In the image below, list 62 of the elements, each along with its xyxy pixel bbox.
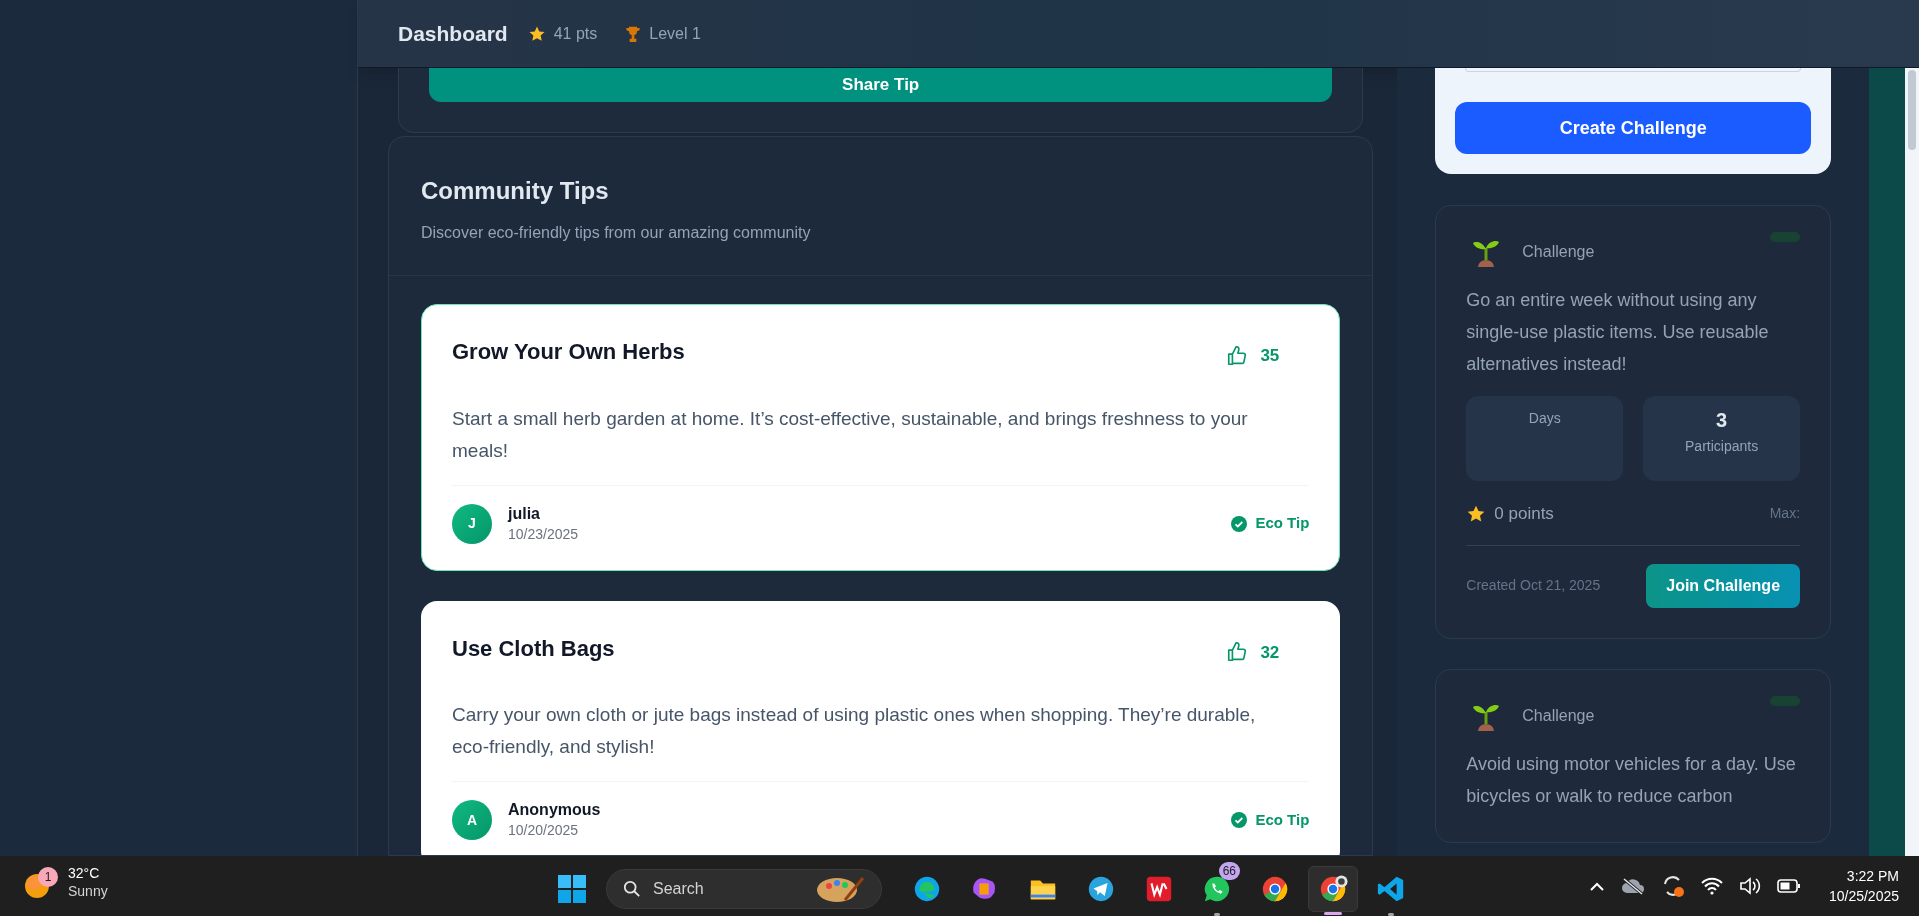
document-app-icon [1144, 874, 1174, 904]
created-date: Created Oct 21, 2025 [1466, 576, 1601, 595]
chevron-up-icon[interactable] [1588, 881, 1605, 891]
chat-bubble-icon [1202, 874, 1232, 904]
status-pill [1770, 695, 1801, 706]
tip-title: Grow Your Own Herbs [452, 338, 685, 366]
chrome-browser-icon [1260, 874, 1290, 904]
code-editor-icon [1376, 874, 1406, 904]
avatar: A [452, 800, 492, 840]
author-name: julia [508, 503, 541, 524]
author-name: Anonymous [508, 800, 601, 820]
thumbs-up-icon [1226, 344, 1249, 367]
like-button[interactable]: 32 [1226, 639, 1280, 665]
notification-badge: 1 [38, 867, 58, 887]
taskbar-app-button[interactable] [1308, 866, 1358, 912]
points-text: 41 pts [553, 23, 598, 44]
palette-icon [815, 874, 865, 904]
paper-plane-icon [1086, 874, 1116, 904]
tip-date: 10/23/2025 [508, 524, 579, 544]
tag-label: Eco Tip [1255, 513, 1310, 534]
join-challenge-button[interactable]: Join Challenge [1646, 563, 1801, 608]
clock[interactable]: 3:22 PM 10/25/2025 [1828, 866, 1899, 906]
page-title: Dashboard [398, 20, 508, 47]
challenge-label: Challenge [1522, 705, 1595, 726]
challenge-description: Avoid using motor vehicles for a day. Use bicycles or walk to reduce carbon [1466, 752, 1797, 808]
points-text: 0 points [1494, 503, 1554, 525]
weather-text: Sunny [68, 882, 108, 900]
status-pill [1770, 232, 1801, 242]
volume-icon[interactable] [1738, 877, 1761, 895]
wifi-icon[interactable] [1700, 877, 1723, 895]
search-placeholder: Search [653, 879, 705, 899]
stat-label: Days [1528, 409, 1561, 428]
chrome-browser-icon [1318, 874, 1348, 904]
temperature-text: 32°C [68, 864, 101, 882]
check-circle-icon [1231, 515, 1248, 532]
create-challenge-button[interactable]: Create Challenge [1455, 102, 1812, 154]
tip-text: Carry your own cloth or jute bags instead of using plastic ones when shopping. They’re durable, eco-friendly, and stylish! [452, 699, 1310, 782]
notification-badge: 66 [1218, 862, 1240, 880]
max-label: Max: [1769, 504, 1801, 524]
check-circle-icon [1231, 812, 1248, 828]
start-icon[interactable] [556, 873, 588, 905]
challenge-description: Go an entire week without using any single-use plastic items. Use reusable alternatives instead! [1466, 289, 1770, 376]
level-text: Level 1 [649, 23, 701, 44]
section-subtitle: Discover eco-friendly tips from our amazing community [421, 223, 812, 243]
tip-text: Start a small herb garden at home. It’s cost-effective, sustainable, and brings freshness to your meals! [452, 402, 1310, 486]
share-tip-button[interactable]: Share Tip [429, 68, 1333, 102]
avatar: J [452, 503, 492, 544]
like-button[interactable]: 35 [1226, 343, 1280, 369]
stat-value: 3 [1716, 408, 1728, 432]
stat-label: Participants [1685, 437, 1759, 456]
battery-icon[interactable] [1776, 879, 1801, 893]
search-icon [623, 880, 641, 898]
search-field[interactable]: Search [606, 869, 882, 909]
trophy-icon [625, 24, 642, 43]
tag-label: Eco Tip [1255, 809, 1310, 830]
tip-title: Use Cloth Bags [452, 634, 615, 663]
cloud-off-icon[interactable] [1620, 877, 1645, 895]
scrollbar-thumb[interactable] [1908, 70, 1916, 150]
section-title: Community Tips [421, 176, 610, 206]
thumbs-up-icon [1226, 641, 1249, 664]
tip-date: 10/20/2025 [508, 821, 580, 840]
challenge-label: Challenge [1522, 242, 1595, 262]
